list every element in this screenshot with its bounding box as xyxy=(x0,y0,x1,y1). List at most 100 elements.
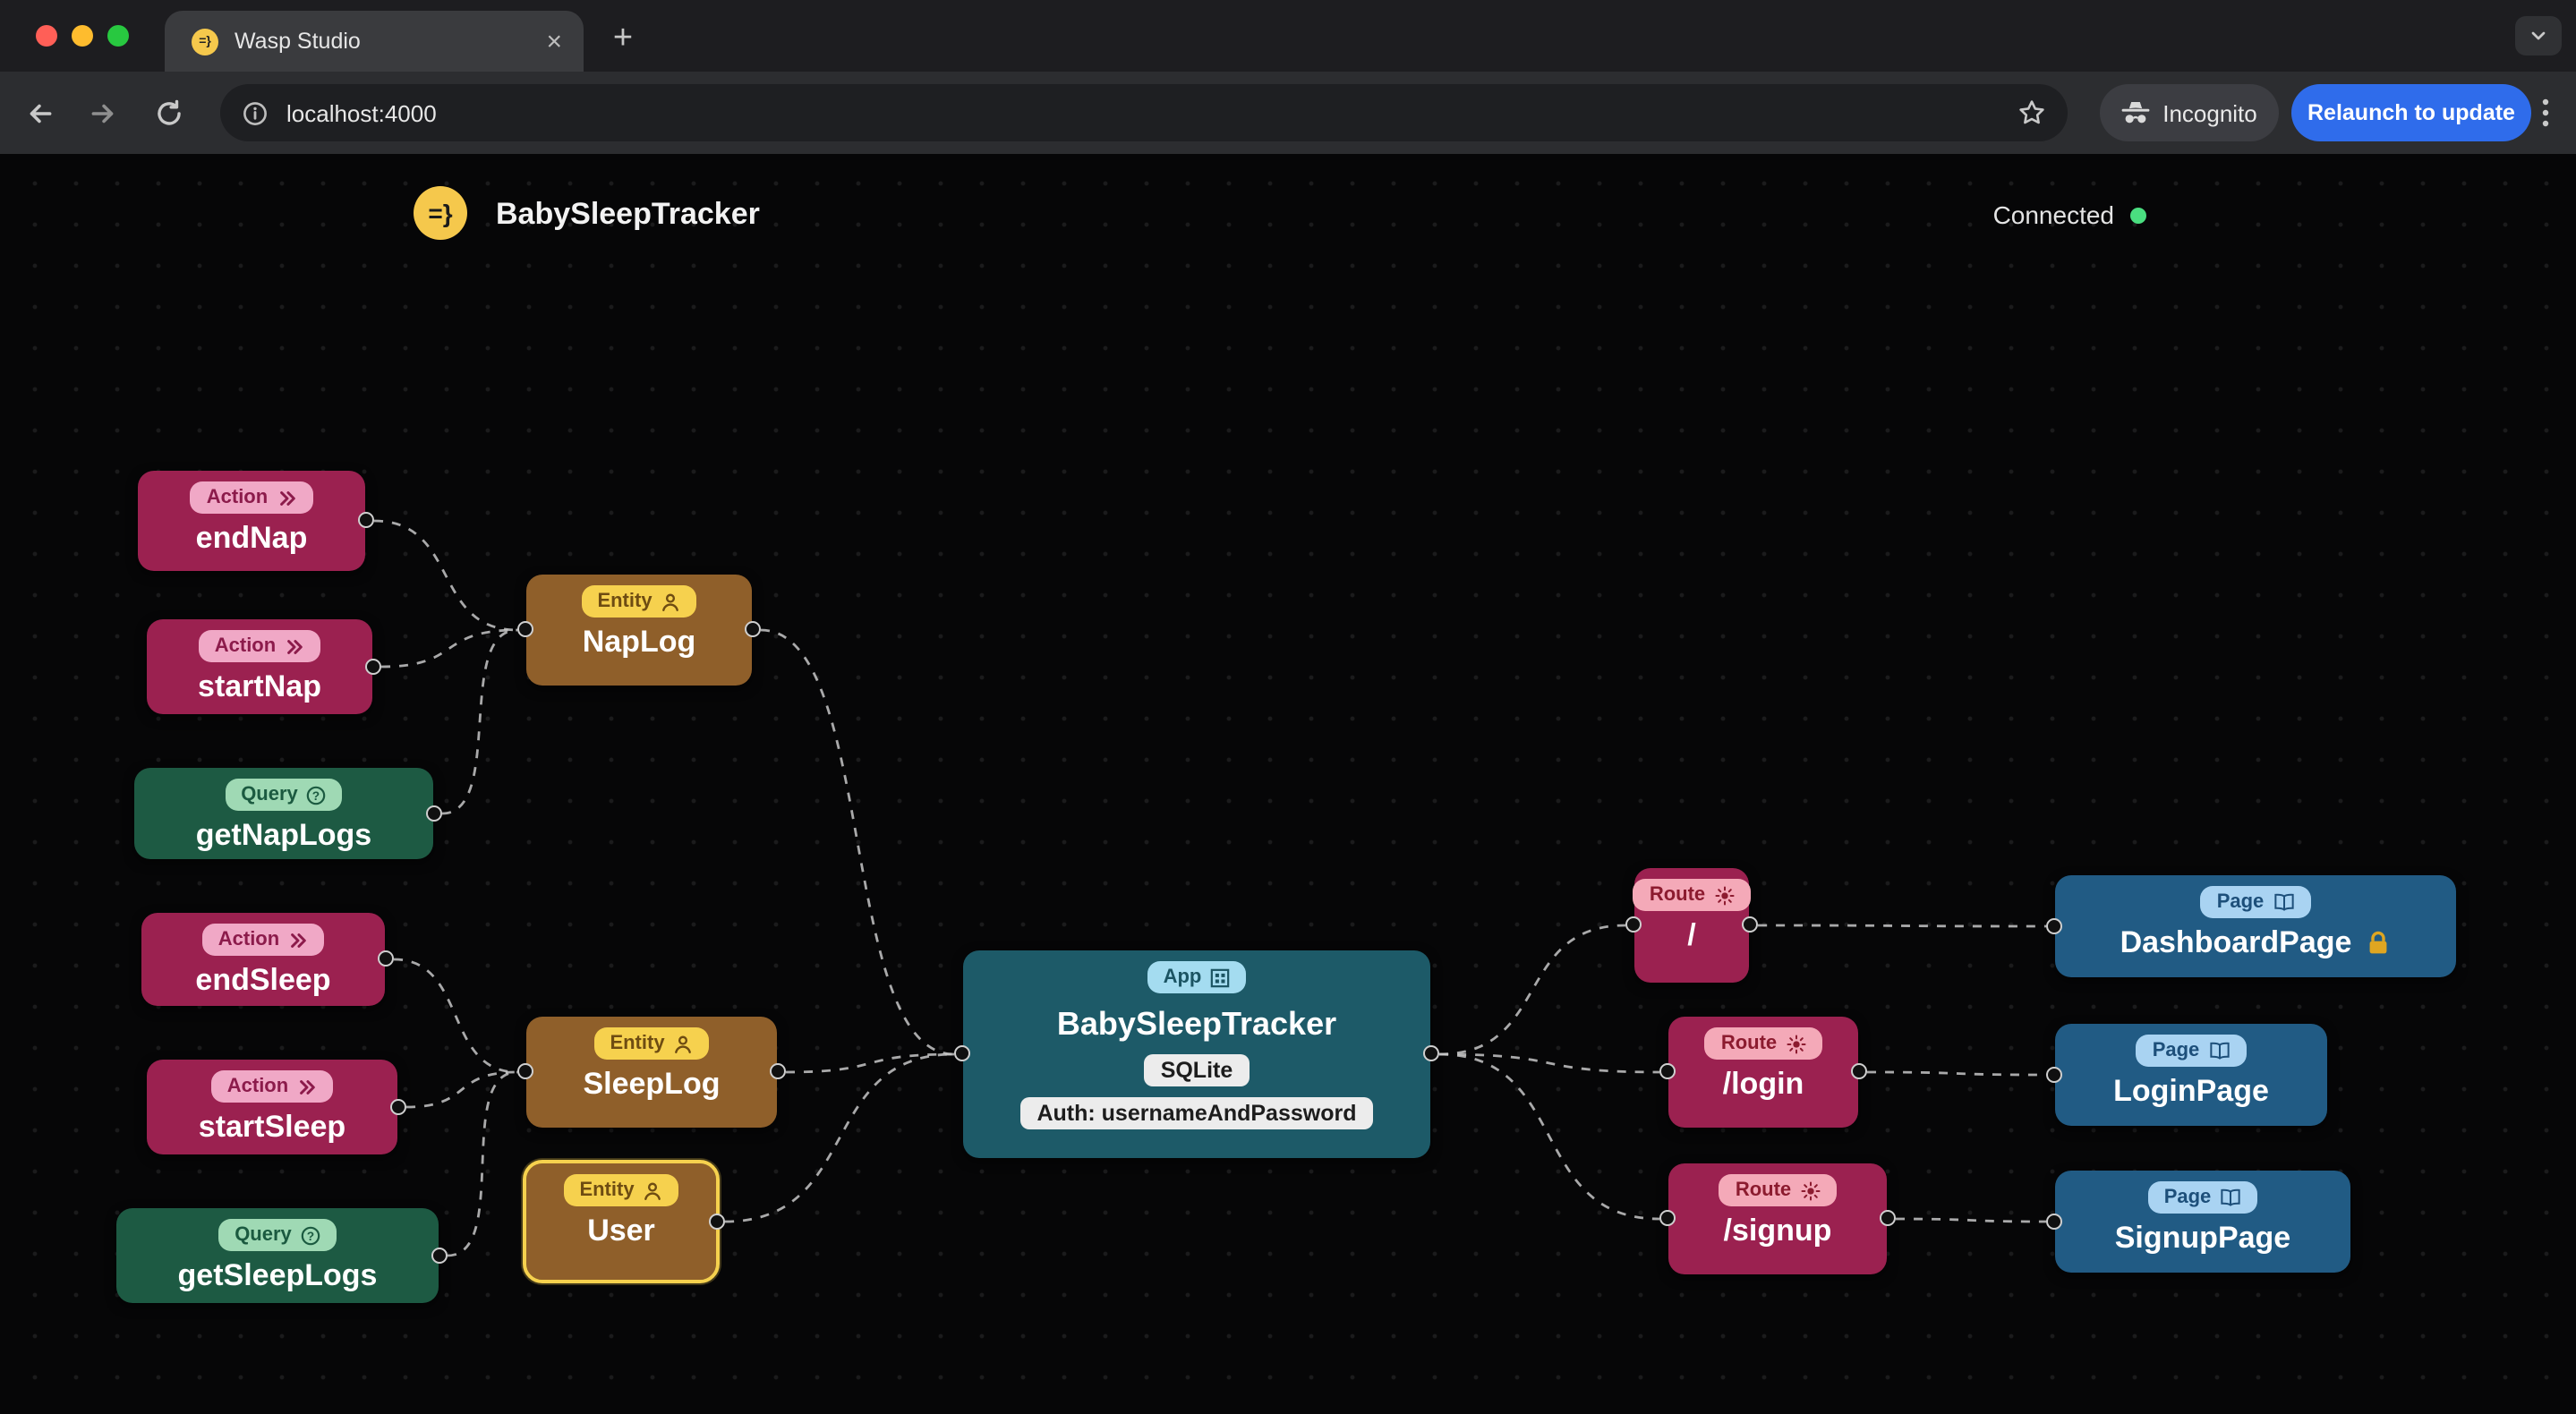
back-button[interactable] xyxy=(25,98,55,138)
connection-port-right[interactable] xyxy=(745,621,761,637)
node-endSleep[interactable]: Action endSleep xyxy=(141,913,394,1006)
forward-button[interactable] xyxy=(88,98,118,138)
node-title: SignupPage xyxy=(2114,1221,2291,1256)
connection-port-left[interactable] xyxy=(954,1045,970,1061)
chevron-down-icon xyxy=(2531,31,2546,40)
node-title: startNap xyxy=(198,669,321,704)
question-circle-icon: ? xyxy=(307,785,327,805)
node-kind-badge: Query? xyxy=(218,1219,337,1252)
connection-port-right[interactable] xyxy=(770,1063,786,1079)
svg-text:?: ? xyxy=(313,788,320,802)
window-controls xyxy=(36,25,129,47)
tab-strip: =} Wasp Studio × + xyxy=(0,0,2576,72)
address-bar[interactable]: localhost:4000 xyxy=(220,84,2068,141)
connection-status-dot-icon xyxy=(2130,207,2146,223)
connection-port-left[interactable] xyxy=(2046,917,2062,933)
connection-port-left[interactable] xyxy=(2046,1213,2062,1229)
node-route-root[interactable]: Route / xyxy=(1625,868,1758,983)
node-kind-label: Action xyxy=(218,928,280,950)
node-getNapLogs[interactable]: Query? getNapLogs xyxy=(134,768,442,859)
incognito-label: Incognito xyxy=(2162,99,2257,126)
reload-icon xyxy=(158,99,181,125)
node-kind-badge: Route xyxy=(1633,879,1751,912)
tab-title: Wasp Studio xyxy=(235,29,361,54)
node-title: / xyxy=(1687,918,1696,953)
node-title: /signup xyxy=(1723,1214,1832,1248)
node-App[interactable]: App BabySleepTracker SQLite Auth: usernameA… xyxy=(954,950,1439,1158)
diagram-canvas[interactable]: =} BabySleepTracker Connected Action endN… xyxy=(0,154,2576,1414)
tab-favicon-icon: =} xyxy=(192,28,218,55)
person-icon xyxy=(644,1180,663,1200)
node-kind-badge: Route xyxy=(1719,1174,1837,1207)
app-title: BabySleepTracker xyxy=(496,197,760,231)
connection-port-right[interactable] xyxy=(1423,1045,1439,1061)
book-icon xyxy=(2208,1042,2230,1060)
node-kind-badge: Route xyxy=(1704,1027,1822,1060)
node-startSleep[interactable]: Action startSleep xyxy=(147,1060,406,1154)
grid-icon xyxy=(1210,967,1230,987)
browser-window: =} Wasp Studio × + localhost:4000 Incogn… xyxy=(0,0,2576,1414)
node-SleepLog[interactable]: Entity SleepLog xyxy=(517,1017,786,1128)
node-NapLog[interactable]: Entity NapLog xyxy=(517,575,761,686)
node-kind-badge: Action xyxy=(210,1070,334,1103)
edge-App-to-route-root xyxy=(1438,924,1626,1056)
relaunch-to-update-button[interactable]: Relaunch to update xyxy=(2291,84,2531,141)
node-kind-label: Page xyxy=(2216,890,2265,912)
node-DashboardPage[interactable]: Page DashboardPage xyxy=(2046,875,2456,977)
tab-search-button[interactable] xyxy=(2515,16,2562,55)
connection-port-right[interactable] xyxy=(426,805,442,821)
bookmark-star-icon[interactable] xyxy=(2017,98,2046,127)
node-endNap[interactable]: Action endNap xyxy=(138,471,374,571)
back-arrow-icon xyxy=(30,104,52,124)
connection-port-left[interactable] xyxy=(1659,1063,1676,1079)
address-text: localhost:4000 xyxy=(286,99,437,126)
connection-port-left[interactable] xyxy=(1659,1210,1676,1226)
forward-arrow-icon xyxy=(91,104,114,124)
edge-route-root-to-DashboardPage xyxy=(1757,924,2047,928)
node-kind-label: Page xyxy=(2163,1186,2212,1207)
reload-button[interactable] xyxy=(154,98,184,138)
close-window-button[interactable] xyxy=(36,25,57,47)
connection-port-left[interactable] xyxy=(517,621,533,637)
connection-port-right[interactable] xyxy=(358,512,374,528)
node-startNap[interactable]: Action startNap xyxy=(147,619,381,714)
node-kind-badge: Entity xyxy=(593,1027,710,1060)
edge-startSleep-to-SleepLog xyxy=(405,1070,518,1109)
connection-port-left[interactable] xyxy=(2046,1066,2062,1082)
connection-port-right[interactable] xyxy=(431,1247,448,1263)
node-LoginPage[interactable]: Page LoginPage xyxy=(2046,1024,2327,1126)
node-title: /login xyxy=(1722,1067,1804,1102)
node-SignupPage[interactable]: Page SignupPage xyxy=(2046,1171,2350,1273)
connection-port-right[interactable] xyxy=(365,658,381,674)
tab-wasp-studio[interactable]: =} Wasp Studio × xyxy=(165,11,584,72)
new-tab-button[interactable]: + xyxy=(598,14,648,64)
node-kind-badge: Page xyxy=(2200,886,2311,919)
connection-port-left[interactable] xyxy=(517,1063,533,1079)
node-kind-badge: Entity xyxy=(563,1174,679,1207)
site-info-icon[interactable] xyxy=(242,99,269,126)
connection-port-left[interactable] xyxy=(1625,916,1642,933)
node-route-signup[interactable]: Route/signup xyxy=(1659,1163,1896,1274)
chevrons-right-icon xyxy=(285,636,304,656)
node-title: endNap xyxy=(195,521,308,556)
connection-port-right[interactable] xyxy=(1880,1210,1896,1226)
connection-port-right[interactable] xyxy=(1742,916,1758,933)
person-icon xyxy=(661,592,681,611)
connection-port-right[interactable] xyxy=(1851,1063,1867,1079)
fullscreen-window-button[interactable] xyxy=(107,25,129,47)
node-User[interactable]: Entity User xyxy=(523,1160,725,1283)
node-title: startSleep xyxy=(198,1110,346,1145)
tab-close-icon[interactable]: × xyxy=(542,24,566,58)
connection-port-right[interactable] xyxy=(390,1098,406,1114)
node-kind-label: Query xyxy=(241,783,298,805)
node-kind-label: Action xyxy=(206,486,269,507)
node-getSleepLogs[interactable]: Query? getSleepLogs xyxy=(116,1208,448,1303)
browser-menu-button[interactable] xyxy=(2542,98,2549,136)
kebab-menu-icon xyxy=(2542,98,2549,127)
minimize-window-button[interactable] xyxy=(72,25,93,47)
connection-port-right[interactable] xyxy=(378,950,394,967)
edge-startNap-to-NapLog xyxy=(380,628,518,669)
node-route-login[interactable]: Route/login xyxy=(1659,1017,1867,1128)
connection-port-right[interactable] xyxy=(709,1213,725,1229)
node-kind-badge: App xyxy=(1147,961,1247,994)
